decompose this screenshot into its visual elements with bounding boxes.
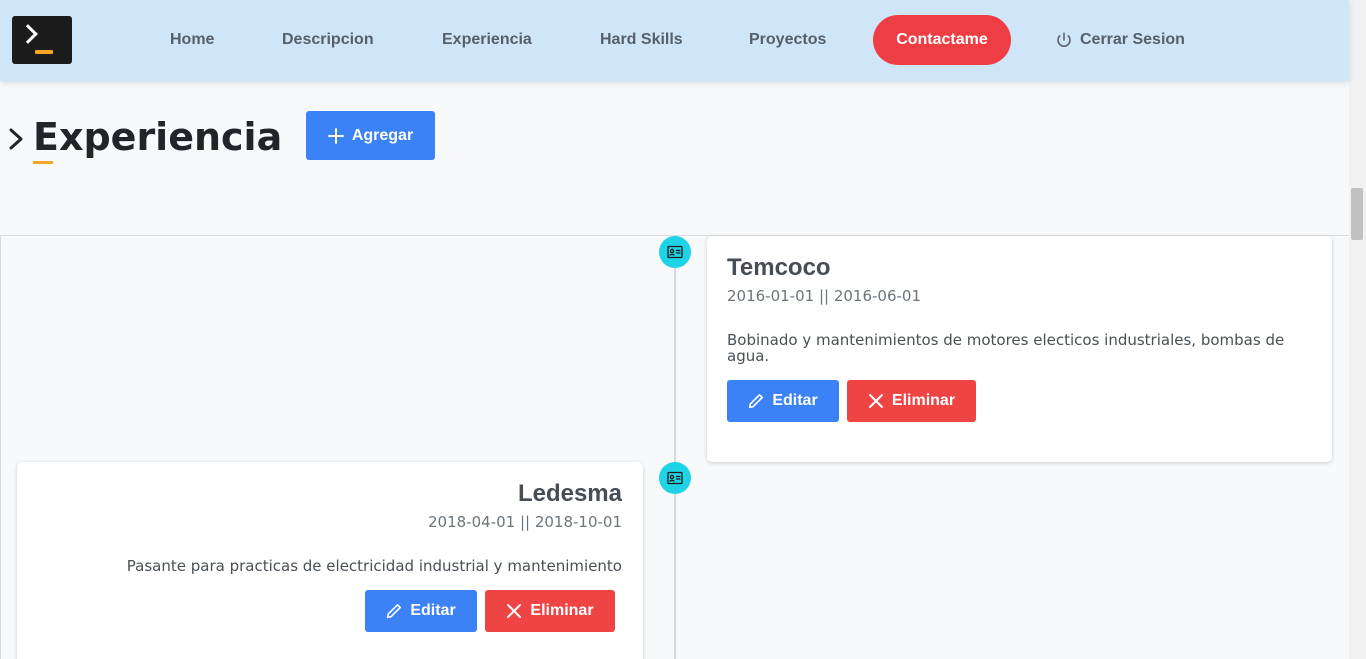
nav-proyectos-link[interactable]: Proyectos [749,30,826,50]
editar-label: Editar [410,602,456,619]
top-navbar: Home Descripcion Experiencia Hard Skills… [0,0,1349,81]
cerrar-sesion-link[interactable]: Cerrar Sesion [1055,30,1185,50]
id-card-icon [667,245,683,259]
nav-home-link[interactable]: Home [170,30,214,50]
scrollbar-thumb[interactable] [1351,188,1363,240]
experience-description: Bobinado y mantenimientos de motores ele… [727,331,1285,365]
experience-description: Pasante para practicas de electricidad i… [126,557,622,575]
nav-hard-skills-link[interactable]: Hard Skills [600,30,683,50]
editar-label: Editar [772,392,818,409]
nav-experiencia-link[interactable]: Experiencia [442,30,532,50]
nav-descripcion-link[interactable]: Descripcion [282,30,374,50]
company-name: Ledesma [517,480,622,507]
terminal-logo-icon[interactable] [12,16,72,64]
pencil-icon [387,604,402,619]
experience-card: Temcoco 2016-01-01 || 2016-06-01 Bobinad… [707,236,1332,462]
editar-button[interactable]: Editar [365,590,477,632]
close-icon [507,604,522,618]
experience-dates: 2016-01-01 || 2016-06-01 [727,287,921,305]
agregar-label: Agregar [351,126,414,144]
id-card-icon [667,471,683,485]
experience-card: Ledesma 2018-04-01 || 2018-10-01 Pasante… [17,462,643,659]
timeline-line [674,252,676,659]
power-icon [1057,32,1071,47]
experience-dates: 2018-04-01 || 2018-10-01 [428,513,622,531]
contactame-button[interactable]: Contactame [873,15,1011,65]
company-name: Temcoco [727,254,831,281]
page-title: Experiencia [33,115,283,159]
eliminar-button[interactable]: Eliminar [847,380,976,422]
eliminar-label: Eliminar [530,602,594,619]
eliminar-button[interactable]: Eliminar [485,590,615,632]
agregar-button[interactable]: Agregar [306,111,435,160]
cerrar-sesion-label: Cerrar Sesion [1080,31,1185,48]
title-underline [33,161,53,164]
pencil-icon [749,394,764,409]
editar-button[interactable]: Editar [727,380,839,422]
timeline-marker [659,462,691,494]
vertical-scrollbar[interactable] [1349,0,1366,659]
close-icon [868,394,883,408]
eliminar-label: Eliminar [891,392,956,409]
chevron-right-icon [9,128,23,150]
timeline-marker [659,236,691,268]
plus-icon [327,127,344,144]
